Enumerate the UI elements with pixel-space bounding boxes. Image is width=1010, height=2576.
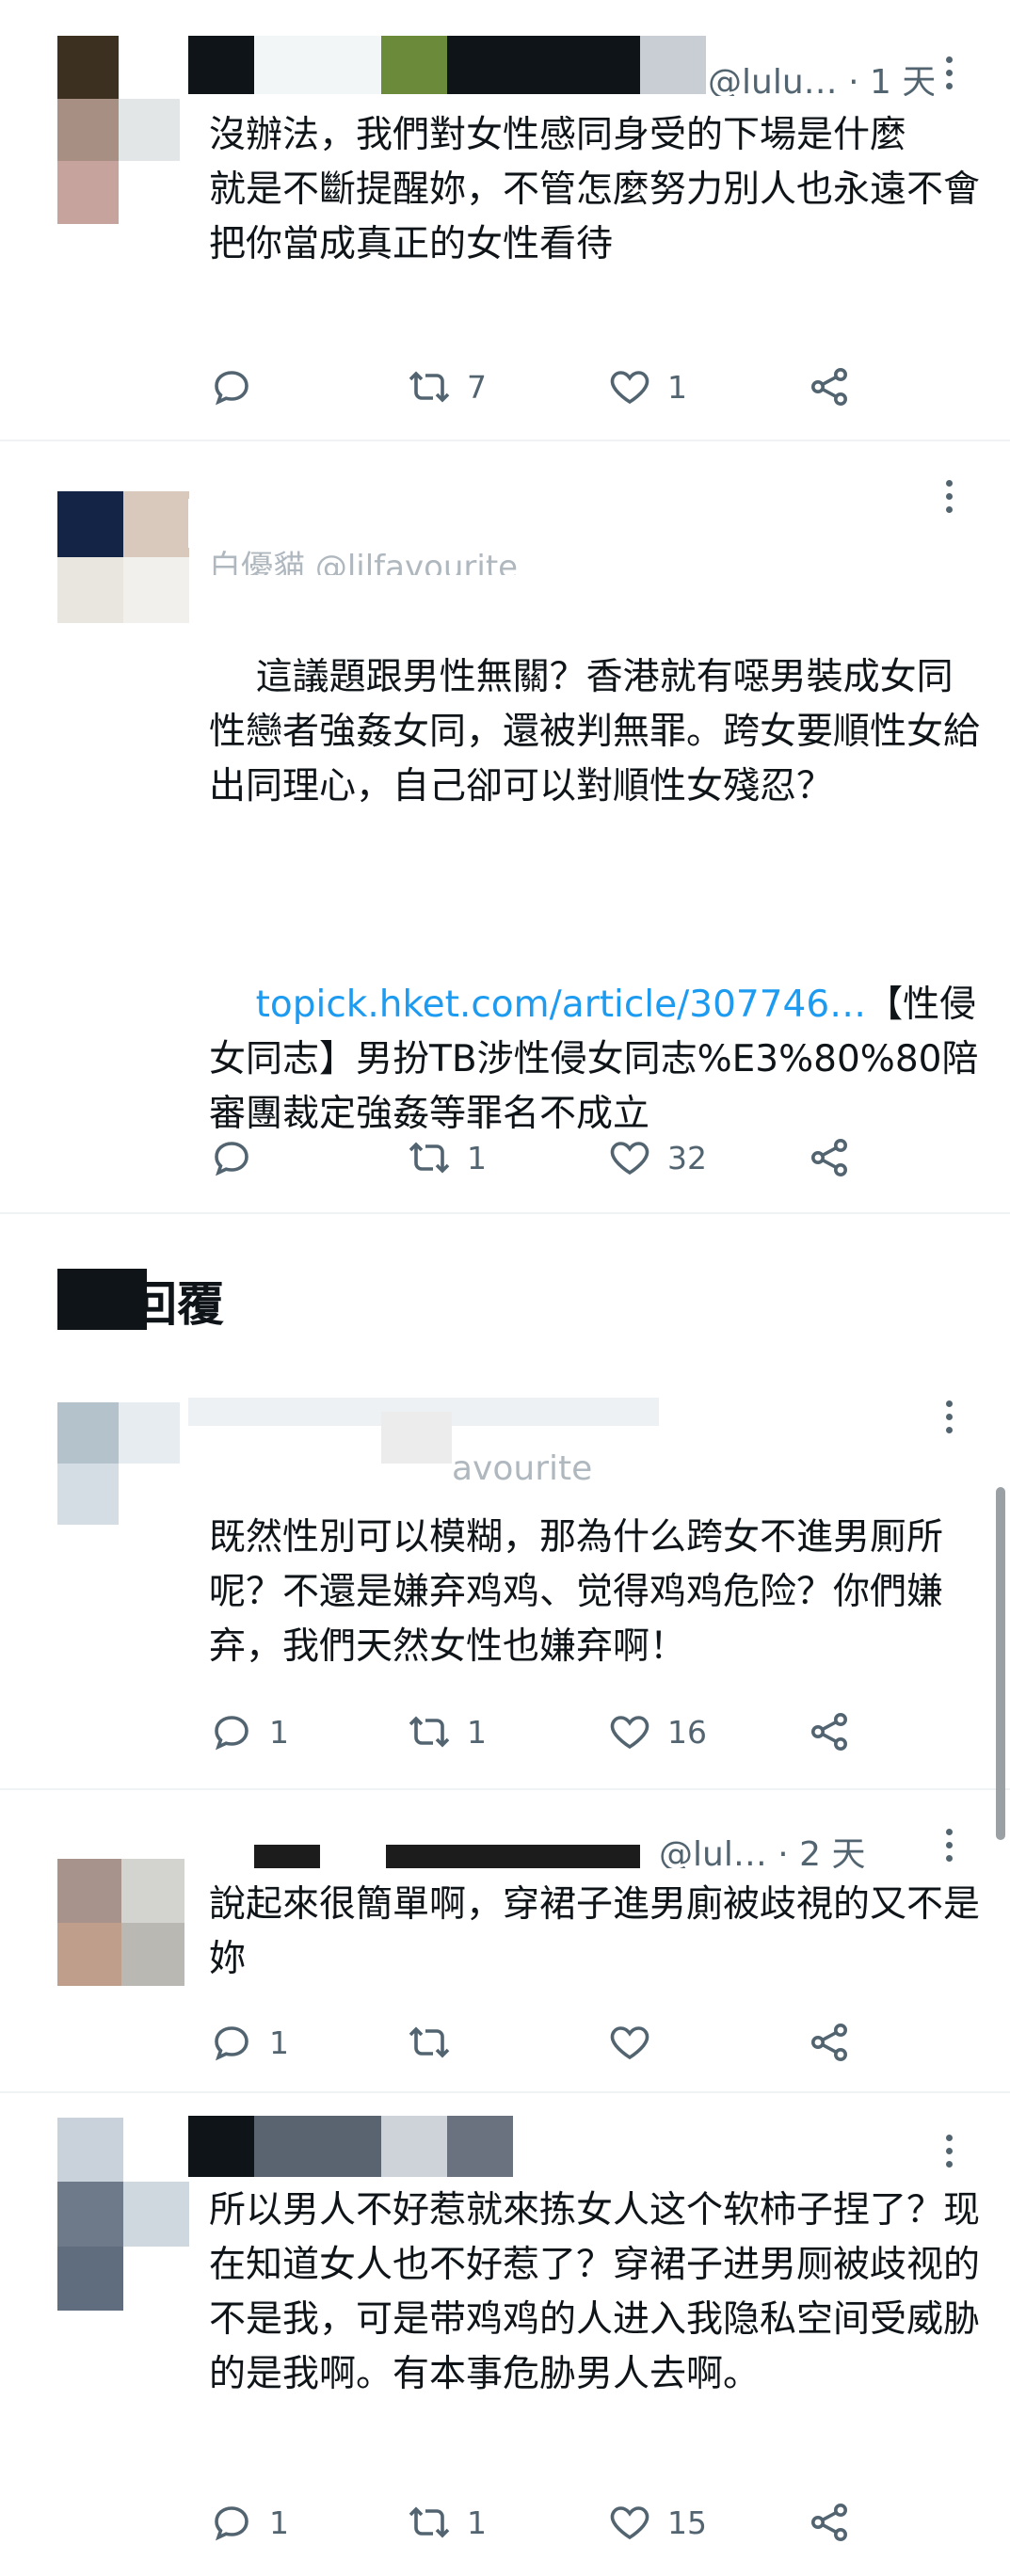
- like-button[interactable]: [607, 2016, 667, 2069]
- reply-text: 既然性別可以模糊，那為什么跨女不進男厠所呢？不還是嫌弃鸡鸡、觉得鸡鸡危险？你們嫌…: [209, 1516, 944, 1668]
- share-icon: [811, 1713, 847, 1751]
- censor-block: [254, 36, 381, 94]
- action-bar: 1 1 16: [209, 1705, 962, 1758]
- share-icon: [811, 368, 847, 406]
- more-icon[interactable]: [941, 56, 956, 89]
- reply-icon: [215, 371, 248, 406]
- tweet-handle[interactable]: @lulu… · 1 天: [708, 55, 934, 96]
- avatar[interactable]: [57, 2118, 189, 2311]
- share-button[interactable]: [807, 2496, 852, 2549]
- share-icon: [811, 1139, 847, 1176]
- heart-icon: [610, 2026, 649, 2060]
- avatar[interactable]: [57, 36, 180, 224]
- more-icon[interactable]: [941, 1829, 956, 1862]
- action-bar: 1 32: [209, 1131, 962, 1184]
- reply-button[interactable]: 1: [209, 1705, 289, 1758]
- censor-block: [254, 2116, 381, 2177]
- retweet-button[interactable]: 1: [407, 2496, 487, 2549]
- censor-block: [188, 2116, 254, 2177]
- divider: [0, 440, 1010, 441]
- action-bar: 7 1: [209, 360, 962, 413]
- divider: [0, 1212, 1010, 1214]
- reply-handle[interactable]: avourite: [452, 1449, 592, 1491]
- display-name: 白優貓: [209, 549, 305, 575]
- section-title: 回覆: [130, 1277, 224, 1332]
- censor-block: [386, 1845, 640, 1868]
- tweet-text: 沒辦法，我們對女性感同身受的下場是什麼 就是不斷提醒妳，不管怎麼努力別人也永遠不…: [209, 114, 981, 265]
- heart-icon: [610, 371, 649, 405]
- heart-icon: [610, 2506, 649, 2540]
- share-button[interactable]: [807, 1131, 852, 1184]
- reply-button[interactable]: [209, 360, 269, 413]
- more-icon[interactable]: [941, 1400, 956, 1433]
- share-icon: [811, 2024, 847, 2061]
- action-bar: 1 1 15: [209, 2496, 962, 2549]
- scrollbar[interactable]: [996, 1487, 1005, 1840]
- avatar[interactable]: [57, 1859, 184, 1986]
- like-button[interactable]: 1: [607, 360, 687, 413]
- retweet-button[interactable]: 1: [407, 1131, 487, 1184]
- reply-handle[interactable]: @lul… · 2 天: [659, 1827, 922, 1868]
- censor-block: [381, 1412, 452, 1464]
- retweet-icon: [409, 2026, 450, 2058]
- like-button[interactable]: 32: [607, 1131, 707, 1184]
- retweet-button[interactable]: 1: [407, 1705, 487, 1758]
- reply-text: 所以男人不好惹就來拣女人这个软柿子捏了？现在知道女人也不好惹了？穿裙子进男厕被歧…: [209, 2189, 981, 2395]
- reply-button[interactable]: [209, 1131, 269, 1184]
- avatar[interactable]: [57, 1402, 180, 1525]
- reply-1[interactable]: avourite 既然性別可以模糊，那為什么跨女不進男厠所呢？不還是嫌弃鸡鸡、觉…: [0, 1374, 1010, 1769]
- like-button[interactable]: 15: [607, 2496, 707, 2549]
- heart-icon: [610, 1142, 649, 1176]
- censor-block: [381, 2116, 447, 2177]
- share-button[interactable]: [807, 360, 852, 413]
- reply-text: 說起來很簡單啊，穿裙子進男廁被歧視的又不是妳: [209, 1883, 981, 1980]
- censor-block: [447, 2116, 513, 2177]
- share-button[interactable]: [807, 2016, 852, 2069]
- reply-button[interactable]: 1: [209, 2496, 289, 2549]
- censor-block: [640, 36, 706, 94]
- heart-icon: [610, 1716, 649, 1750]
- censor-block: [447, 36, 640, 94]
- reply-icon: [215, 2506, 248, 2541]
- divider: [0, 1788, 1010, 1790]
- tweet-author[interactable]: 白優貓 @lilfavourite: [209, 541, 518, 575]
- censor-block: [254, 1845, 320, 1868]
- tweet-2[interactable]: 白優貓 @lilfavourite 這議題跟男性無關？香港就有噁男裝成女同性戀者…: [0, 442, 1010, 1195]
- retweet-button[interactable]: [407, 2016, 467, 2069]
- share-icon: [811, 2504, 847, 2541]
- tweet-text: 這議題跟男性無關？香港就有噁男裝成女同性戀者強姦女同，還被判無罪。跨女要順性女給…: [209, 656, 981, 1135]
- reply-icon: [215, 1716, 248, 1751]
- tweet-link[interactable]: topick.hket.com/article/307746…: [256, 984, 867, 1026]
- reply-time: · 2 天: [778, 1835, 866, 1868]
- censor-block: [188, 36, 254, 94]
- retweet-icon: [409, 1142, 450, 1174]
- retweet-icon: [409, 1716, 450, 1748]
- retweet-icon: [409, 2506, 450, 2538]
- like-button[interactable]: 16: [607, 1705, 707, 1758]
- tweet-time: · 1 天: [848, 63, 934, 96]
- more-icon[interactable]: [941, 2135, 956, 2168]
- reply-2[interactable]: @lul… · 2 天 說起來很簡單啊，穿裙子進男廁被歧視的又不是妳 1: [0, 1793, 1010, 2094]
- avatar[interactable]: [57, 491, 189, 623]
- reply-icon: [215, 1142, 248, 1176]
- reply-3[interactable]: 所以男人不好惹就來拣女人这个软柿子捏了？现在知道女人也不好惹了？穿裙子进男厕被歧…: [0, 2097, 1010, 2576]
- reply-handle[interactable]: [527, 2136, 715, 2178]
- retweet-icon: [409, 371, 450, 403]
- divider: [0, 2091, 1010, 2093]
- censor-block: [381, 36, 447, 94]
- reply-icon: [215, 2026, 248, 2061]
- more-icon[interactable]: [941, 480, 956, 513]
- reply-button[interactable]: 1: [209, 2016, 289, 2069]
- share-button[interactable]: [807, 1705, 852, 1758]
- retweet-button[interactable]: 7: [407, 360, 487, 413]
- tweet-1[interactable]: @lulu… · 1 天 沒辦法，我們對女性感同身受的下場是什麼 就是不斷提醒妳…: [0, 0, 1010, 438]
- action-bar: 1: [209, 2016, 962, 2069]
